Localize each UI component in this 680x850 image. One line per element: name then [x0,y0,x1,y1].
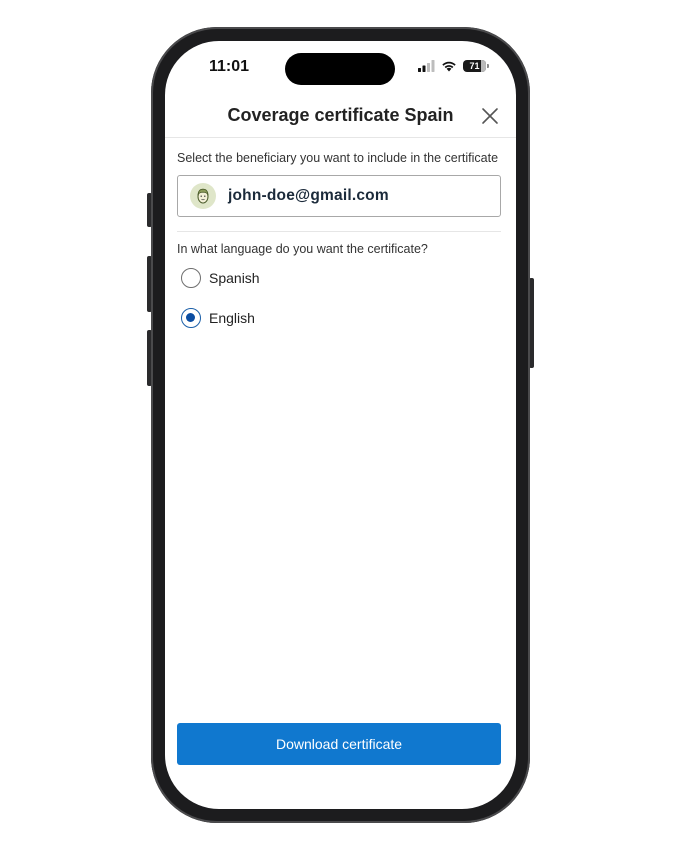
wifi-icon [442,61,456,72]
language-option-label: Spanish [209,270,260,286]
dynamic-island [285,53,395,85]
battery-level: 71 [469,61,480,71]
close-icon[interactable] [480,106,500,126]
language-option-label: English [209,310,255,326]
cellular-signal-icon [418,60,435,72]
beneficiary-label: Select the beneficiary you want to inclu… [177,151,499,165]
language-label: In what language do you want the certifi… [177,242,428,256]
home-indicator [275,797,405,801]
radio-english[interactable] [181,308,201,328]
status-bar: 11:01 71 [165,41,516,97]
form-content: Select the beneficiary you want to inclu… [177,149,501,338]
radio-spanish[interactable] [181,268,201,288]
status-icons: 71 [418,60,489,72]
user-avatar-icon [190,183,216,209]
language-option-spanish[interactable]: Spanish [177,258,501,298]
language-option-english[interactable]: English [177,298,501,338]
beneficiary-select[interactable]: john-doe@gmail.com [177,175,501,217]
page-title: Coverage certificate Spain [227,105,454,125]
modal-header: Coverage certificate Spain [165,97,516,138]
battery-icon: 71 [463,60,489,72]
divider [177,231,501,232]
beneficiary-email: john-doe@gmail.com [228,187,389,204]
download-certificate-button[interactable]: Download certificate [177,723,501,765]
phone-screen: 11:01 71 Coverage certificate Spain Sele… [165,41,516,809]
status-time: 11:01 [209,58,250,75]
